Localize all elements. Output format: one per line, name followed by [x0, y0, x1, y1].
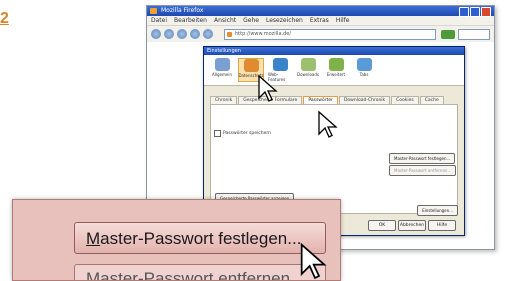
checkbox-label: Passwörter speichern: [223, 131, 271, 136]
step-number: 2: [0, 10, 9, 27]
browser-title: Mozilla Firefox: [161, 7, 204, 14]
master-password-button-zoomed[interactable]: Master-Passwort festlegen...: [74, 222, 326, 254]
forward-icon[interactable]: [164, 29, 174, 39]
category-label: Allgemein: [212, 72, 232, 77]
search-input[interactable]: [458, 28, 490, 40]
zoom-inset: Master-Passwort festlegen... Master-Pass…: [12, 199, 341, 281]
cancel-button[interactable]: Abbrechen: [398, 220, 426, 231]
stop-icon[interactable]: [190, 29, 200, 39]
cursor-icon: [300, 242, 327, 280]
category-general[interactable]: Allgemein: [210, 58, 234, 82]
lock-icon: [243, 59, 259, 72]
cursor-icon: [318, 110, 338, 138]
tab-passwords[interactable]: Passwörter: [303, 96, 338, 104]
menu-item[interactable]: Gehe: [243, 17, 259, 24]
menu-item[interactable]: Datei: [151, 17, 167, 24]
home-icon[interactable]: [203, 29, 213, 39]
remove-master-password-button-zoomed[interactable]: Master-Passwort entfernen...: [74, 264, 326, 280]
menu-item[interactable]: Ansicht: [214, 17, 236, 24]
maximize-icon[interactable]: [470, 7, 480, 17]
accesskey-letter: M: [86, 229, 101, 248]
category-downloads[interactable]: Downloads: [296, 58, 320, 82]
cursor-icon: [258, 74, 278, 102]
category-tabs[interactable]: Tabs: [352, 58, 376, 82]
category-advanced[interactable]: Erweitert: [324, 58, 348, 82]
gear-icon: [328, 58, 344, 71]
address-bar[interactable]: http://www.mozilla.de/: [224, 28, 436, 40]
clear-settings-button[interactable]: Einstellungen...: [417, 205, 458, 216]
go-button[interactable]: [441, 29, 455, 39]
tab-download-history[interactable]: Download-Chronik: [338, 96, 391, 104]
tabs-icon: [356, 58, 372, 71]
browser-toolbar: http://www.mozilla.de/: [147, 26, 494, 43]
close-icon[interactable]: [481, 7, 491, 17]
dialog-title: Einstellungen: [204, 47, 464, 55]
download-icon: [300, 58, 316, 71]
category-label: Tabs: [359, 72, 369, 77]
help-button[interactable]: Hilfe: [428, 220, 456, 231]
reload-icon[interactable]: [177, 29, 187, 39]
checkbox-box[interactable]: [214, 130, 221, 137]
privacy-tabs: Chronik Gespeicherte Formulare Passwörte…: [204, 94, 464, 104]
menu-item[interactable]: Lesezeichen: [266, 17, 303, 24]
back-icon[interactable]: [151, 29, 161, 39]
menu-item[interactable]: Bearbeiten: [174, 17, 207, 24]
category-label: Downloads: [297, 72, 319, 77]
category-bar: Allgemein Datenschutz Web-Features Downl…: [204, 55, 464, 86]
tab-history[interactable]: Chronik: [210, 96, 238, 104]
browser-menubar: Datei Bearbeiten Ansicht Gehe Lesezeiche…: [147, 16, 494, 26]
ok-button[interactable]: OK: [368, 220, 396, 231]
tab-cookies[interactable]: Cookies: [391, 96, 419, 104]
menu-item[interactable]: Extras: [310, 17, 329, 24]
master-password-button[interactable]: Master-Passwort festlegen...: [389, 153, 456, 164]
menu-item[interactable]: Hilfe: [336, 17, 350, 24]
minimize-icon[interactable]: [459, 7, 469, 17]
globe-icon: [272, 58, 288, 71]
browser-titlebar: Mozilla Firefox: [147, 6, 494, 17]
tab-cache[interactable]: Cache: [419, 96, 444, 104]
remove-master-password-button[interactable]: Master-Passwort entfernen...: [389, 165, 457, 176]
firefox-icon: [150, 8, 157, 14]
button-label: aster-Passwort festlegen...: [100, 229, 302, 248]
general-icon: [214, 58, 230, 71]
category-label: Erweitert: [326, 72, 346, 77]
